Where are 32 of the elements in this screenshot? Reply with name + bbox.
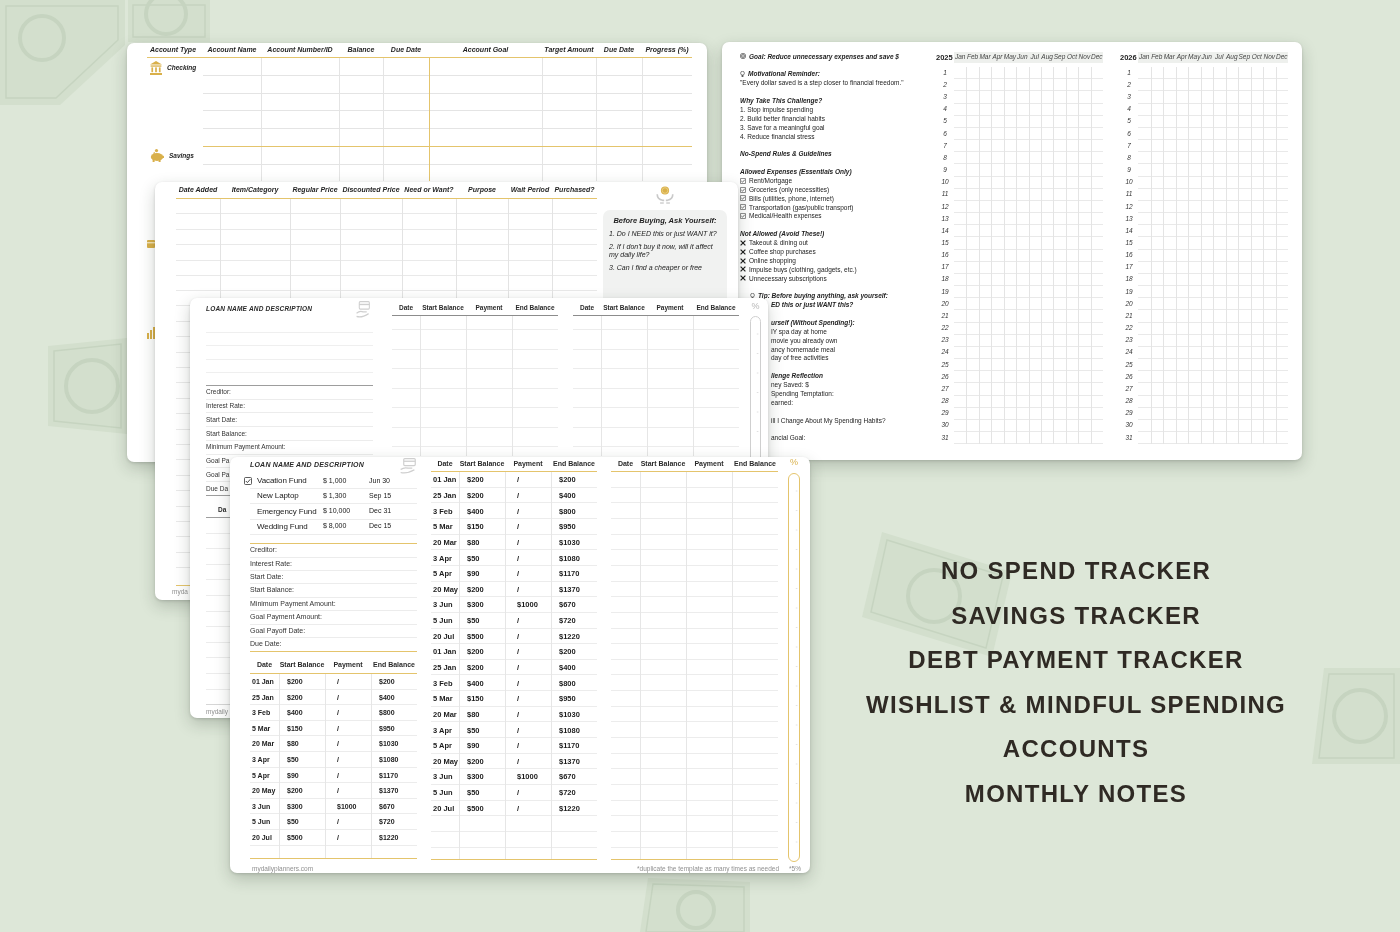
card-icon: [147, 239, 155, 249]
check-box-icon: [740, 186, 746, 193]
check-box-icon: [740, 177, 746, 184]
x-mark-icon: [740, 257, 746, 264]
feature-title: DEBT PAYMENT TRACKER: [908, 645, 1244, 676]
percent-label: %: [790, 458, 798, 467]
target-icon: [740, 53, 746, 60]
x-mark-icon: [740, 275, 746, 282]
x-mark-icon: [740, 248, 746, 255]
percent-label: %: [751, 301, 760, 311]
goal-name: Wedding Fund: [257, 521, 308, 532]
bank-icon: [150, 61, 162, 75]
feature-title: MONTHLY NOTES: [964, 778, 1188, 809]
coin-hands-icon: [656, 186, 674, 204]
check-box-icon: [740, 195, 746, 202]
feature-title: WISHLIST & MINDFUL SPENDING: [866, 689, 1286, 720]
x-mark-icon: [740, 266, 746, 273]
check-box-icon: [740, 213, 746, 220]
check-box-icon: [740, 204, 746, 211]
lightbulb-icon: [740, 71, 745, 78]
card-hand-icon: [356, 300, 370, 318]
feature-title: SAVINGS TRACKER: [951, 600, 1201, 631]
x-mark-icon: [740, 239, 746, 246]
goal-name: Vacation Fund: [257, 476, 307, 486]
card-hand-icon: [400, 457, 416, 474]
feature-title: ACCOUNTS: [1002, 734, 1150, 765]
feature-title: NO SPEND TRACKER: [940, 556, 1212, 586]
goal-name: New Laptop: [257, 491, 299, 502]
chart-icon: [147, 327, 155, 339]
piggy-bank-icon: [150, 149, 164, 162]
lightbulb-icon: [750, 293, 755, 300]
goal-name: Emergency Fund: [257, 506, 317, 517]
